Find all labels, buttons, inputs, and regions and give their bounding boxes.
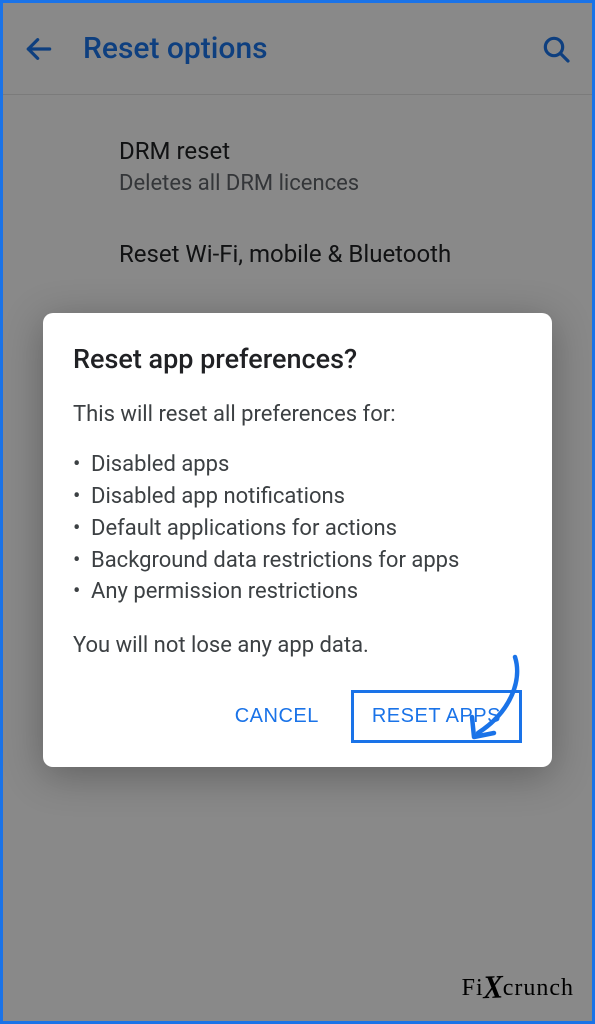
dialog-bullet-list: Disabled apps Disabled app notifications… [73,449,522,608]
dialog-bullet: Disabled app notifications [73,481,522,513]
dialog-bullet: Default applications for actions [73,513,522,545]
reset-apps-button[interactable]: RESET APPS [351,690,522,743]
dialog-bullet: Background data restrictions for apps [73,545,522,577]
dialog-footer-text: You will not lose any app data. [73,630,522,662]
reset-app-prefs-dialog: Reset app preferences? This will reset a… [43,313,552,767]
dialog-bullet: Disabled apps [73,449,522,481]
dialog-title: Reset app preferences? [73,343,522,375]
dialog-bullet: Any permission restrictions [73,576,522,608]
dialog-body: This will reset all preferences for: Dis… [73,399,522,662]
dialog-intro: This will reset all preferences for: [73,399,522,431]
cancel-button[interactable]: CANCEL [221,693,333,740]
dialog-actions: CANCEL RESET APPS [73,690,522,743]
